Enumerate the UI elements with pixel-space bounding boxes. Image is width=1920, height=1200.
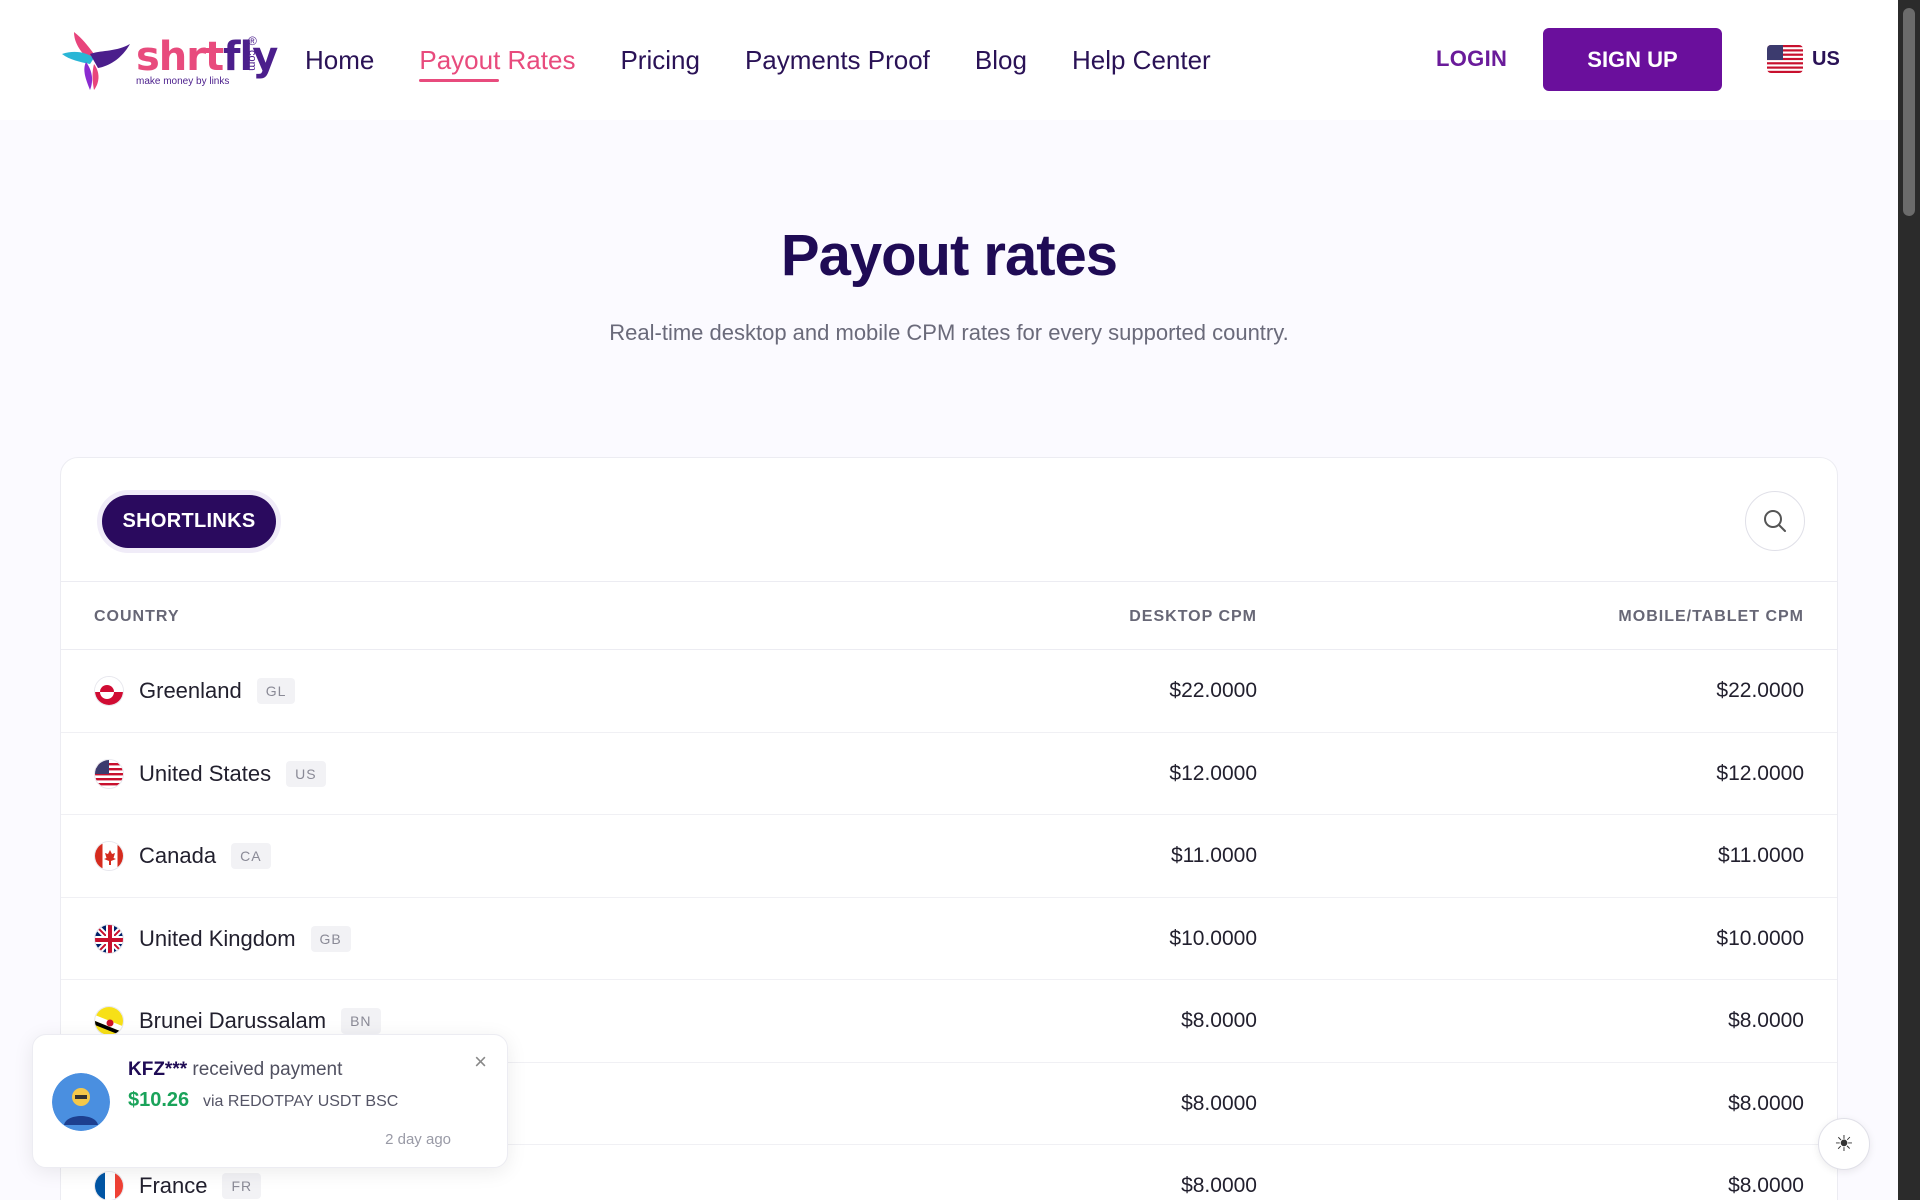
nav-payments-proof[interactable]: Payments Proof xyxy=(745,45,930,76)
country-name: Brunei Darussalam xyxy=(139,1008,327,1033)
desktop-cpm-value: $8.0000 xyxy=(1181,1091,1257,1115)
desktop-cpm-value: $12.0000 xyxy=(1169,761,1257,785)
table-row: United Kingdom GB $10.0000 $10.0000 xyxy=(61,898,1837,980)
nav-pricing[interactable]: Pricing xyxy=(620,45,699,76)
mobile-cpm-value: $8.0000 xyxy=(1728,1009,1804,1032)
us-flag-icon xyxy=(94,758,124,789)
mobile-cpm-value: $8.0000 xyxy=(1728,1174,1804,1197)
country-code-badge: BN xyxy=(341,1008,381,1034)
language-selector[interactable]: US xyxy=(1767,45,1840,73)
table-header: COUNTRY DESKTOP CPM MOBILE/TABLET CPM xyxy=(61,582,1837,650)
site-header: shrtfly ® com make money by links Home P… xyxy=(0,0,1898,120)
country-code-badge: US xyxy=(286,760,326,787)
country-cell: Canada CA xyxy=(94,815,271,897)
search-icon xyxy=(1764,510,1786,532)
search-button[interactable] xyxy=(1745,491,1805,551)
country-code-badge: GL xyxy=(256,678,296,704)
column-mobile-cpm: MOBILE/TABLET CPM xyxy=(1618,608,1804,625)
toast-message: received payment xyxy=(192,1059,343,1080)
brand-com: com xyxy=(246,50,258,71)
greenland-flag-icon xyxy=(94,676,124,706)
language-label: US xyxy=(1812,47,1840,70)
toast-timestamp: 2 day ago xyxy=(385,1131,451,1148)
page-title: Payout rates xyxy=(780,223,1118,288)
page-subtitle: Real-time desktop and mobile CPM rates f… xyxy=(609,320,1289,345)
toast-amount: $10.26 xyxy=(128,1089,190,1111)
table-row: Greenland GL $22.0000 $22.0000 xyxy=(61,650,1837,733)
toast-username: KFZ*** xyxy=(128,1059,188,1080)
scrollbar-thumb[interactable] xyxy=(1903,8,1915,216)
column-country: COUNTRY xyxy=(94,608,180,625)
nav-home[interactable]: Home xyxy=(305,45,374,76)
country-cell: United Kingdom GB xyxy=(94,898,351,980)
country-name: Canada xyxy=(139,843,217,868)
nav-payout-rates[interactable]: Payout Rates xyxy=(419,45,575,82)
uk-flag-icon xyxy=(94,923,124,954)
signup-button[interactable]: SIGN UP xyxy=(1543,28,1722,91)
toast-payment-method: via REDOTPAY USDT BSC xyxy=(203,1093,399,1110)
mobile-cpm-value: $8.0000 xyxy=(1728,1091,1804,1115)
brand-registered-mark: ® xyxy=(248,34,257,48)
tab-shortlinks[interactable]: SHORTLINKS xyxy=(102,495,276,548)
brand-tagline: make money by links xyxy=(136,76,230,87)
country-cell: United States US xyxy=(94,733,326,815)
close-icon[interactable]: × xyxy=(474,1049,487,1075)
us-flag-icon xyxy=(1767,45,1803,73)
desktop-cpm-value: $8.0000 xyxy=(1181,1174,1257,1197)
main-nav: Home Payout Rates Pricing Payments Proof… xyxy=(305,0,1256,120)
desktop-cpm-value: $22.0000 xyxy=(1169,679,1257,702)
country-code-badge: GB xyxy=(310,925,351,952)
user-avatar-icon xyxy=(52,1073,110,1131)
france-flag-icon xyxy=(94,1171,124,1200)
mobile-cpm-value: $12.0000 xyxy=(1716,761,1804,785)
country-cell: Greenland GL xyxy=(94,650,296,732)
desktop-cpm-value: $8.0000 xyxy=(1181,1009,1257,1032)
country-name: United States xyxy=(139,760,272,786)
country-code-badge: CA xyxy=(231,843,271,869)
table-row: Canada CA $11.0000 $11.0000 xyxy=(61,815,1837,898)
brunei-flag-icon xyxy=(94,1006,124,1036)
mobile-cpm-value: $22.0000 xyxy=(1716,679,1804,702)
column-desktop-cpm: DESKTOP CPM xyxy=(1129,608,1257,625)
desktop-cpm-value: $10.0000 xyxy=(1169,926,1257,950)
mobile-cpm-value: $10.0000 xyxy=(1716,926,1804,950)
canada-flag-icon xyxy=(94,841,124,871)
hummingbird-logo-icon xyxy=(62,32,130,90)
nav-help-center[interactable]: Help Center xyxy=(1072,45,1211,76)
table-row: United States US $12.0000 $12.0000 xyxy=(61,733,1837,815)
login-link[interactable]: LOGIN xyxy=(1436,46,1507,72)
toast-headline: KFZ*** received payment xyxy=(128,1059,342,1081)
mobile-cpm-value: $11.0000 xyxy=(1717,844,1804,867)
page-scrollbar[interactable] xyxy=(1898,0,1920,1200)
country-code-badge: FR xyxy=(222,1173,262,1199)
theme-toggle-sun-icon[interactable]: ☀ xyxy=(1818,1118,1870,1170)
rates-toolbar: SHORTLINKS xyxy=(61,458,1837,582)
desktop-cpm-value: $11.0000 xyxy=(1170,844,1257,867)
country-name: Greenland xyxy=(139,678,242,703)
country-name: United Kingdom xyxy=(139,925,296,951)
brand-logo[interactable]: shrtfly ® com make money by links xyxy=(60,24,278,96)
country-name: France xyxy=(139,1173,208,1198)
payment-notification-toast: KFZ*** received payment $10.26 via REDOT… xyxy=(32,1034,508,1168)
nav-blog[interactable]: Blog xyxy=(975,45,1027,76)
